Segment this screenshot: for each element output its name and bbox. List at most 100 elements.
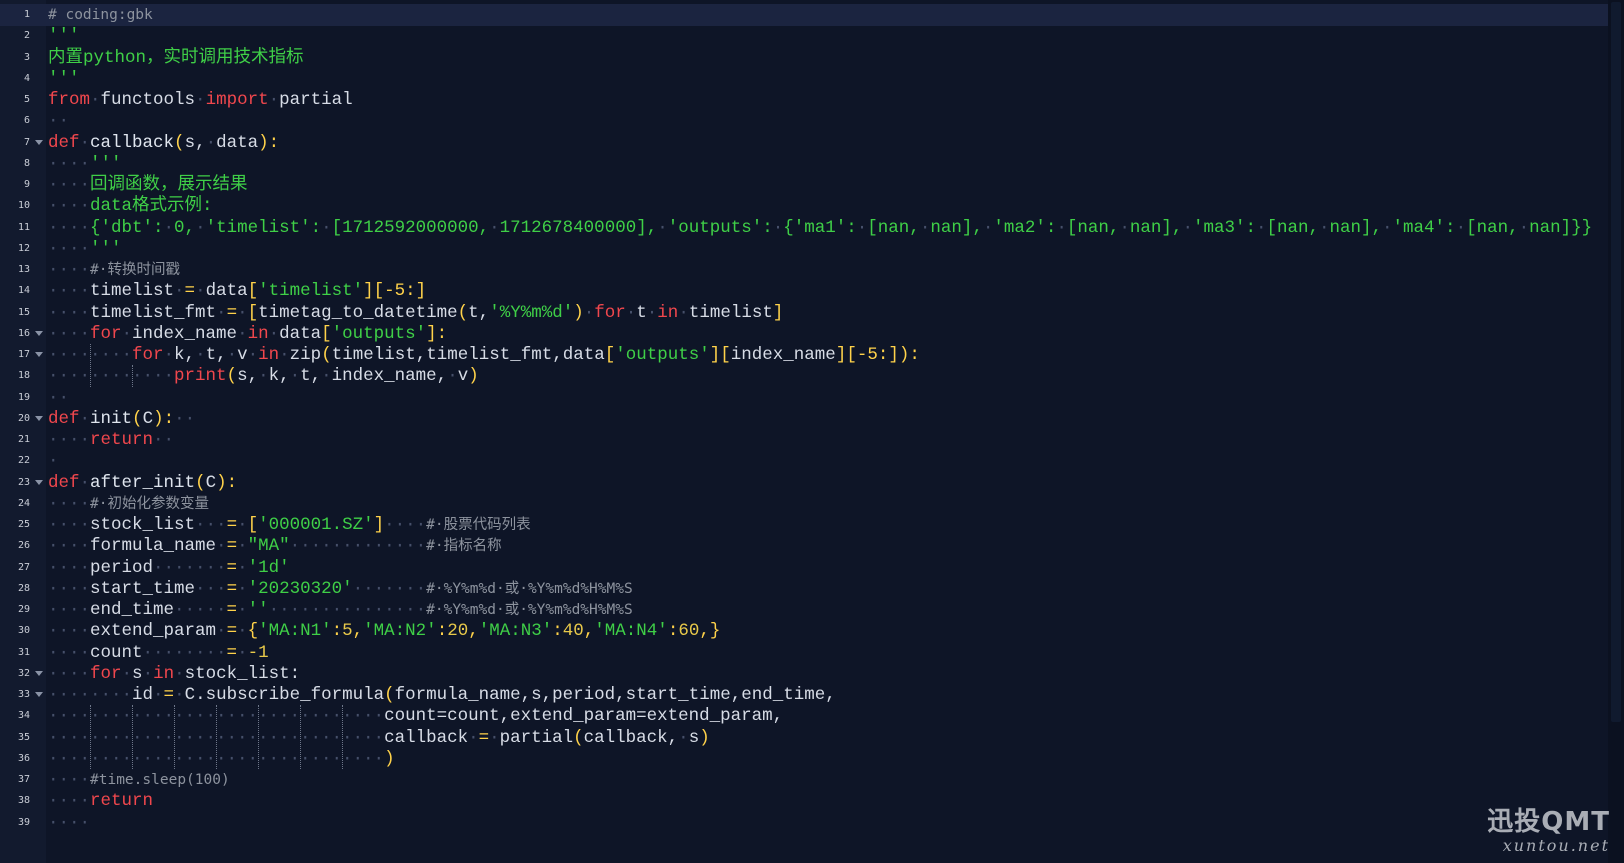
code-token: ] (772, 302, 784, 323)
code-line[interactable]: 39 ···· (0, 812, 1608, 834)
fold-toggle-icon[interactable] (35, 479, 43, 485)
code-token: ( (573, 727, 584, 748)
code-line[interactable]: 27 ····period·······=·'1d' (0, 557, 1608, 579)
code-text: ····timelist_fmt·=·[timetag_to_datetime(… (48, 302, 783, 324)
code-text: ····#time.sleep(100) (48, 769, 230, 791)
scrollbar-thumb[interactable] (1611, 2, 1621, 722)
code-token: t, (300, 366, 322, 387)
code-token: · (205, 132, 217, 153)
fold-toggle-icon[interactable] (35, 330, 43, 336)
line-number: 1 (23, 9, 30, 20)
code-line[interactable]: 32 ····for·s·in·stock_list: (0, 663, 1608, 685)
code-line[interactable]: 28 ····start_time···=·'20230320'·······#·… (0, 578, 1608, 600)
code-line[interactable]: 15 ····timelist_fmt·=·[timetag_to_datetim… (0, 302, 1608, 324)
code-token: ···· (48, 302, 91, 323)
code-token: [nan, (1066, 217, 1120, 238)
code-token: 'timelist' (258, 281, 364, 302)
indent-guide (132, 705, 133, 769)
code-line[interactable]: 25 ····stock_list···=·['000001.SZ']····#·… (0, 514, 1608, 536)
code-line[interactable]: 24 ····#·初始化参数变量 (0, 493, 1608, 515)
code-line[interactable]: 33 ········id·=·C.subscribe_formula(formu… (0, 684, 1608, 706)
code-line[interactable]: 37 ····#time.sleep(100) (0, 769, 1608, 791)
code-line[interactable]: 22 · (0, 450, 1608, 472)
code-token: = (226, 621, 238, 642)
vertical-scrollbar[interactable] (1608, 0, 1624, 863)
code-token: ,} (699, 621, 721, 642)
code-line[interactable]: 10 ····data格式示例: (0, 195, 1608, 217)
code-line[interactable]: 9 ····回调函数，展示结果 (0, 174, 1608, 196)
code-line[interactable]: 14 ····timelist·=·data['timelist'][-5:] (0, 280, 1608, 302)
code-line[interactable]: 4 ''' (0, 68, 1608, 90)
code-text: ····count········=·-1 (48, 642, 269, 664)
code-token: ) (573, 302, 584, 323)
code-line[interactable]: 21 ····return·· (0, 429, 1608, 451)
code-line[interactable]: 5 from·functools·import·partial (0, 89, 1608, 111)
indent-guide (300, 705, 301, 769)
code-token: ···· (48, 238, 91, 259)
code-line[interactable]: 18 ············print(s,·k,·t,·index_name,… (0, 365, 1608, 387)
code-line[interactable]: 26 ····formula_name·=·"MA"·············#·… (0, 535, 1608, 557)
code-token: · (247, 345, 259, 365)
code-line[interactable]: 34 ································count=… (0, 705, 1608, 727)
code-line[interactable]: 19 ·· (0, 387, 1608, 409)
fold-toggle-icon[interactable] (35, 352, 43, 357)
code-line[interactable]: 17 ········for·k,·t,·v·in·zip(timelist,ti… (0, 344, 1608, 366)
code-line[interactable]: 13 ····#·转换时间戳 (0, 259, 1608, 281)
code-editor[interactable]: 1 # coding:gbk 2 ''' 3 内置python，实时调用技术指标 4 ''' 5… (0, 0, 1620, 863)
fold-toggle-icon[interactable] (35, 670, 43, 676)
indent-guide (258, 705, 259, 769)
code-token: · (237, 557, 248, 578)
code-line[interactable]: 1 # coding:gbk (0, 4, 1608, 26)
code-token: · (678, 727, 689, 748)
code-token: '1d' (247, 557, 290, 578)
code-line[interactable]: 29 ····end_time·····=·''···············#·… (0, 599, 1608, 621)
line-number: 37 (17, 774, 30, 785)
code-token: ( (195, 472, 206, 493)
code-token: · (79, 408, 91, 429)
fold-toggle-icon[interactable] (35, 692, 43, 697)
code-token: · (321, 366, 332, 387)
code-token: · (1455, 217, 1467, 238)
code-token: period (90, 557, 154, 578)
indent-guide (90, 344, 91, 387)
code-token: ······· (153, 557, 227, 578)
line-number: 13 (17, 264, 30, 275)
code-text: ····return (48, 790, 153, 812)
code-line[interactable]: 36 ································) (0, 748, 1608, 770)
watermark-site: xuntou.net (1502, 836, 1610, 855)
code-line[interactable]: 11 ····{'dbt':·0,·'timelist':·[1712592000… (0, 217, 1608, 239)
code-line[interactable]: 2 ''' (0, 25, 1608, 47)
code-line[interactable]: 3 内置python，实时调用技术指标 (0, 47, 1608, 69)
code-line[interactable]: 38 ····return (0, 790, 1608, 812)
code-line[interactable]: 30 ····extend_param·=·{'MA:N1':5,'MA:N2':… (0, 620, 1608, 642)
code-line[interactable]: 6 ·· (0, 110, 1608, 132)
code-token: ''' (90, 238, 122, 259)
line-number: 6 (23, 115, 30, 127)
code-token: = (478, 727, 490, 748)
code-token: '000001.SZ' (258, 515, 374, 535)
code-token: ···· (48, 578, 91, 599)
code-line[interactable]: 35 ································callba… (0, 727, 1608, 749)
code-token: zip (289, 345, 322, 365)
code-token: index_name, (331, 366, 448, 387)
fold-toggle-icon[interactable] (35, 139, 43, 145)
code-token: · (919, 217, 931, 238)
code-line[interactable]: 31 ····count········=·-1 (0, 642, 1608, 664)
code-line[interactable]: 20 def·init(C):·· (0, 408, 1608, 430)
code-line[interactable]: 12 ····''' (0, 238, 1608, 260)
code-token: -1 (247, 642, 269, 663)
code-text: ········for·k,·t,·v·in·zip(timelist,time… (48, 344, 920, 366)
fold-toggle-icon[interactable] (35, 415, 43, 421)
code-token: · (163, 345, 175, 365)
code-token: = (226, 536, 238, 557)
line-number: 5 (23, 94, 30, 105)
code-token: 'outputs': (667, 217, 773, 238)
code-token: · (142, 663, 154, 684)
code-line[interactable]: 23 def·after_init(C): (0, 472, 1608, 494)
code-line[interactable]: 16 ····for·index_name·in·data['outputs']: (0, 323, 1608, 345)
code-token: · (90, 90, 101, 110)
code-line[interactable]: 7 def·callback(s,·data): (0, 132, 1608, 154)
code-token: for (90, 323, 122, 344)
code-token: ·· (174, 408, 196, 429)
code-line[interactable]: 8 ····''' (0, 153, 1608, 175)
